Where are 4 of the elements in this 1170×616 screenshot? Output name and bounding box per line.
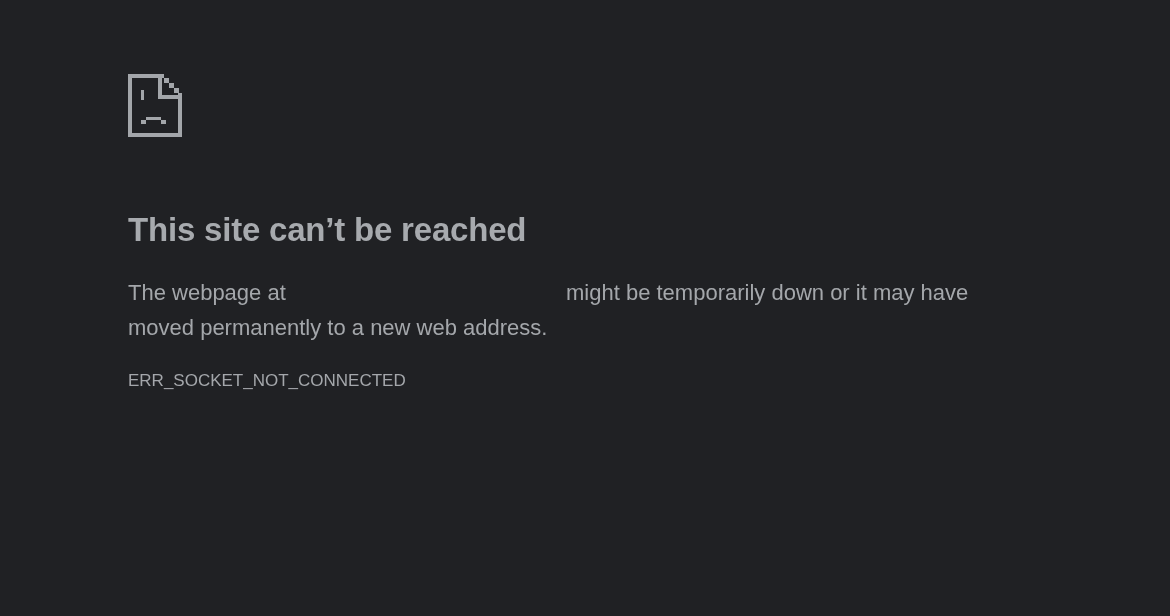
- sad-document-icon: [128, 74, 182, 137]
- error-title: This site can’t be reached: [128, 210, 528, 250]
- error-message: The webpage at might be temporarily down or it may have moved permanently to a new web address.: [128, 279, 970, 342]
- error-code: ERR_SOCKET_NOT_CONNECTED: [128, 371, 406, 391]
